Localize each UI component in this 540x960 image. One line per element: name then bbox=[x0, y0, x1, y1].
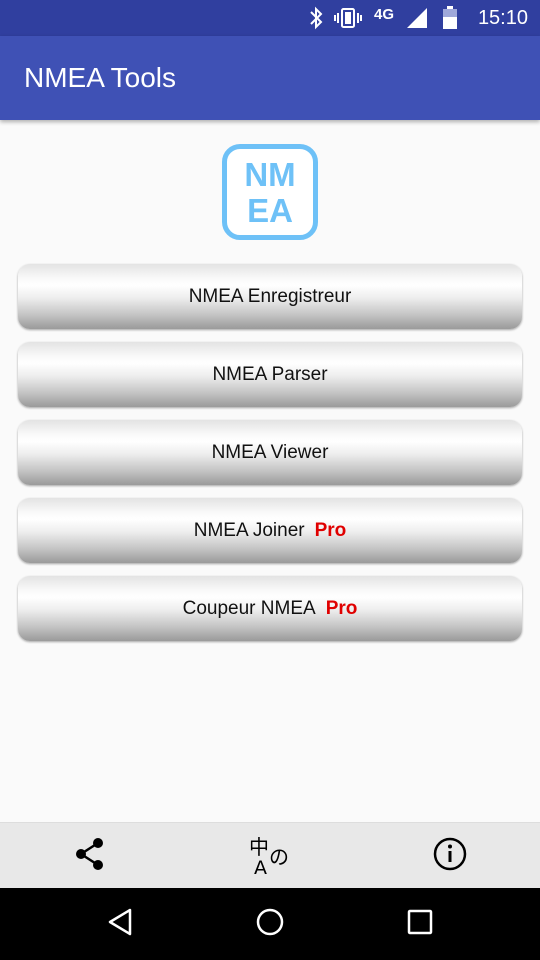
home-icon bbox=[255, 907, 285, 942]
logo-line-2: EA bbox=[247, 192, 293, 229]
signal-icon bbox=[405, 0, 429, 36]
app-bar: NMEA Tools bbox=[0, 36, 540, 120]
info-icon bbox=[433, 837, 467, 876]
svg-text:の: の bbox=[269, 845, 289, 869]
menu-button-label: NMEA Joiner bbox=[193, 519, 305, 541]
bottom-action-bar: 中 A の bbox=[0, 822, 540, 888]
clock: 15:10 bbox=[477, 6, 528, 29]
back-icon bbox=[106, 907, 134, 942]
system-nav-bar bbox=[0, 888, 540, 960]
bluetooth-icon bbox=[307, 0, 325, 36]
nmea-joiner-button[interactable]: NMEA Joiner Pro bbox=[18, 498, 522, 563]
svg-text:A: A bbox=[254, 857, 267, 876]
pro-badge: Pro bbox=[314, 519, 347, 541]
share-icon bbox=[74, 837, 106, 876]
app-title: NMEA Tools bbox=[24, 62, 176, 93]
network-type: 4G bbox=[374, 5, 395, 23]
menu-button-label: Coupeur NMEA bbox=[182, 597, 316, 619]
nmea-enregistreur-button[interactable]: NMEA Enregistreur bbox=[18, 264, 522, 329]
pro-badge: Pro bbox=[325, 597, 358, 619]
vibrate-icon bbox=[334, 0, 362, 36]
svg-text:中: 中 bbox=[249, 835, 269, 859]
home-button[interactable] bbox=[230, 888, 310, 960]
language-button[interactable]: 中 A の bbox=[230, 823, 310, 889]
menu-button-label: NMEA Parser bbox=[212, 363, 328, 385]
recents-icon bbox=[406, 908, 434, 941]
back-button[interactable] bbox=[80, 888, 160, 960]
info-button[interactable] bbox=[410, 823, 490, 889]
logo-line-1: NM bbox=[244, 156, 296, 193]
nmea-parser-button[interactable]: NMEA Parser bbox=[18, 342, 522, 407]
battery-icon bbox=[441, 0, 459, 36]
menu-button-label: NMEA Enregistreur bbox=[188, 285, 352, 307]
nmea-logo: NM EA bbox=[222, 144, 318, 240]
recents-button[interactable] bbox=[380, 888, 460, 960]
share-button[interactable] bbox=[50, 823, 130, 889]
coupeur-nmea-button[interactable]: Coupeur NMEA Pro bbox=[18, 576, 522, 641]
status-bar: 4G 15:10 bbox=[0, 0, 540, 36]
menu-button-label: NMEA Viewer bbox=[211, 441, 329, 463]
nmea-viewer-button[interactable]: NMEA Viewer bbox=[18, 420, 522, 485]
translate-icon: 中 A の bbox=[247, 832, 293, 881]
